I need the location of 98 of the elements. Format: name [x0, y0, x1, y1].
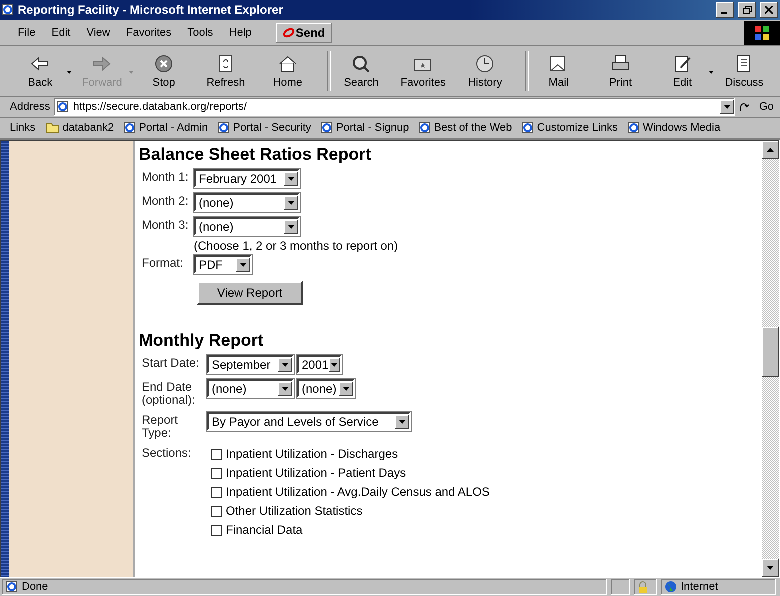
zone-panel: Internet [661, 579, 776, 595]
dropdown-select[interactable]: By Payor and Levels of Service [207, 412, 411, 431]
field-label: End Date (optional): [142, 379, 196, 407]
link-item[interactable]: databank2 [46, 122, 114, 134]
page-icon [419, 122, 432, 134]
toolbar-button[interactable]: History [458, 53, 512, 89]
caret-icon[interactable] [708, 70, 714, 74]
dropdown-arrow-icon [282, 362, 288, 366]
windows-logo-icon [744, 20, 780, 44]
caret-icon[interactable] [66, 70, 72, 74]
go-arrow-icon [739, 102, 750, 112]
clock-icon [474, 53, 496, 75]
lock-icon [638, 581, 648, 593]
address-field[interactable]: https://secure.databank.org/reports/ [54, 98, 736, 116]
section-checkbox[interactable]: Inpatient Utilization - Discharges [211, 447, 762, 461]
dropdown-arrow-icon [282, 386, 288, 390]
globe-icon [665, 581, 677, 593]
dropdown-arrow-icon [288, 224, 294, 228]
scrollbar-thumb[interactable] [762, 327, 779, 377]
menu-item[interactable]: Tools [180, 26, 222, 38]
scrollbar[interactable] [762, 141, 779, 577]
dropdown-arrow-icon [330, 362, 338, 366]
page-icon [57, 101, 70, 113]
field-label: Format: [142, 255, 184, 270]
scroll-down-icon [767, 566, 774, 570]
hint-text: (Choose 1, 2 or 3 months to report on) [194, 239, 400, 253]
toolbar-button[interactable]: Discuss [718, 53, 771, 89]
field-label: Report Type: [142, 412, 180, 440]
page-icon [124, 122, 136, 134]
toolbar-button[interactable]: Edit [656, 53, 709, 89]
dropdown-arrow-icon [398, 420, 406, 424]
restore-icon [742, 6, 752, 14]
field-label: Month 2: [142, 193, 190, 208]
link-item[interactable]: Portal - Security [218, 122, 312, 134]
toolbar-button[interactable]: Home [261, 53, 314, 89]
link-item[interactable]: Windows Media [628, 122, 721, 134]
dropdown-select[interactable]: (none) [297, 379, 355, 398]
section-checkbox[interactable]: Inpatient Utilization - Patient Days [211, 466, 762, 480]
menu-item[interactable]: View [78, 26, 118, 38]
page-icon [218, 122, 230, 134]
restore-button[interactable] [738, 2, 756, 18]
toolbar-button[interactable]: Back [14, 53, 67, 89]
toolbar-button[interactable]: Favorites [396, 53, 450, 89]
menu-item[interactable]: Help [221, 26, 260, 38]
browser-icon [2, 4, 14, 16]
dropdown-select[interactable]: 2001 [297, 355, 342, 374]
menu-item[interactable]: File [10, 26, 44, 38]
close-icon [765, 6, 773, 14]
scroll-up-icon [767, 148, 774, 152]
dropdown-select[interactable]: September [207, 355, 294, 374]
view-report-button[interactable]: View Report [197, 281, 303, 305]
dropdown-arrow-icon [288, 176, 294, 180]
dropdown-arrow-icon [240, 262, 246, 266]
toolbar-button[interactable]: Print [594, 53, 648, 89]
page-icon [522, 122, 534, 134]
close-button[interactable] [760, 2, 778, 18]
window-title: Reporting Facility - Microsoft Internet Explorer [18, 3, 284, 17]
field-label: Month 3: [142, 217, 190, 232]
menu-item[interactable]: Favorites [118, 26, 180, 38]
dropdown-arrow-icon [288, 200, 294, 204]
links-label: Links [10, 122, 36, 134]
toolbar-button[interactable]: Refresh [200, 53, 252, 89]
section-checkbox[interactable]: Financial Data [211, 523, 762, 537]
address-label: Address [10, 101, 50, 113]
minimize-button[interactable] [716, 2, 734, 18]
toolbar-button[interactable]: Mail [532, 53, 586, 89]
search-icon [350, 53, 372, 75]
field-label: Start Date: [142, 355, 200, 370]
menu-item[interactable]: Edit [44, 26, 79, 38]
section-heading: Monthly Report [139, 331, 265, 351]
dropdown-select[interactable]: (none) [194, 193, 300, 212]
page-icon [321, 122, 334, 134]
link-item[interactable]: Portal - Signup [321, 122, 410, 134]
status-panel [611, 579, 630, 595]
section-heading: Balance Sheet Ratios Report [139, 145, 372, 165]
folder-icon [46, 122, 60, 134]
link-item[interactable]: Best of the Web [419, 122, 512, 134]
dropdown-select[interactable]: PDF [194, 255, 252, 274]
toolbar-button[interactable]: Search [335, 53, 388, 89]
section-checkbox[interactable]: Inpatient Utilization - Avg.Daily Census and ALOS [211, 485, 762, 499]
section-checkbox[interactable]: Other Utilization Statistics [211, 504, 762, 518]
dropdown-select[interactable]: (none) [194, 217, 300, 236]
stop-icon [153, 53, 176, 75]
field-label: Sections: [142, 445, 192, 460]
page-icon [6, 581, 18, 593]
status-panel: Done [2, 579, 607, 595]
link-item[interactable]: Portal - Admin [124, 122, 208, 134]
link-item[interactable]: Customize Links [522, 122, 618, 134]
page-icon [628, 122, 640, 134]
dropdown-select[interactable]: (none) [207, 379, 294, 398]
send-button[interactable]: Send [276, 22, 332, 42]
toolbar-button[interactable]: Stop [138, 53, 190, 89]
go-button[interactable]: Go [753, 101, 780, 113]
dropdown-select[interactable]: February 2001 [194, 169, 300, 188]
dropdown-arrow-icon [724, 105, 731, 109]
ring-icon [282, 26, 295, 38]
dropdown-arrow-icon [342, 386, 350, 390]
field-label: Month 1: [142, 169, 190, 184]
